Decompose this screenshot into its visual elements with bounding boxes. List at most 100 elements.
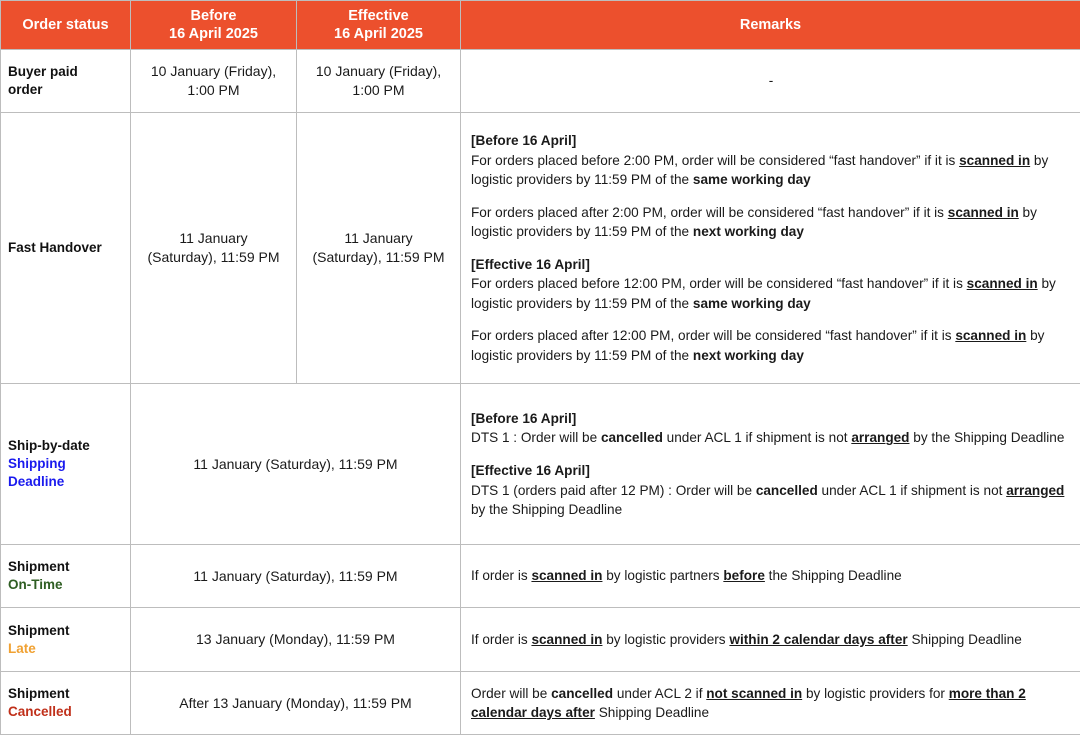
paragraph-spacer xyxy=(471,313,1071,326)
order-status-policy-table: Order status Before 16 April 2025 Effect… xyxy=(0,0,1080,735)
remarks-fast-handover: [Before 16 April] For orders placed befo… xyxy=(461,113,1080,384)
text-segment: by logistic providers xyxy=(602,632,729,647)
before-date-line1: 10 January (Friday), xyxy=(151,63,276,79)
effective-date-line1: 10 January (Friday), xyxy=(316,63,441,79)
before-date-line2: (Saturday), 11:59 PM xyxy=(147,249,279,265)
paragraph-spacer xyxy=(471,448,1071,461)
paragraph-spacer xyxy=(471,190,1071,203)
remarks-shipment-late: If order is scanned in by logistic provi… xyxy=(461,608,1080,672)
underlined-scanned-in: scanned in xyxy=(955,328,1026,343)
effective-date-line1: 11 January xyxy=(344,230,412,246)
merged-date-shipment-on-time: 11 January (Saturday), 11:59 PM xyxy=(131,545,461,608)
status-fast-handover: Fast Handover xyxy=(1,113,131,384)
bold-next-working-day: next working day xyxy=(693,224,804,239)
before-date-buyer-paid: 10 January (Friday), 1:00 PM xyxy=(131,50,297,113)
text-segment: Shipping Deadline xyxy=(595,705,709,720)
header-row: Order status Before 16 April 2025 Effect… xyxy=(1,1,1080,50)
remarks-shipment-cancelled: Order will be cancelled under ACL 2 if n… xyxy=(461,672,1080,735)
text-segment: by logistic providers for xyxy=(802,686,949,701)
text-segment: DTS 1 (orders paid after 12 PM) : Order … xyxy=(471,483,756,498)
merged-date-ship-by-date: 11 January (Saturday), 11:59 PM xyxy=(131,384,461,545)
remarks-effective-paragraph-2: For orders placed after 12:00 PM, order … xyxy=(471,326,1071,365)
header-effective-line1: Effective xyxy=(348,8,408,24)
remarks-before-paragraph-2: For orders placed after 2:00 PM, order w… xyxy=(471,203,1071,242)
underlined-scanned-in: scanned in xyxy=(531,632,602,647)
bold-cancelled: cancelled xyxy=(551,686,613,701)
text-segment: For orders placed after 2:00 PM, order w… xyxy=(471,205,948,220)
bold-cancelled: cancelled xyxy=(756,483,818,498)
bold-next-working-day: next working day xyxy=(693,348,804,363)
remarks-effective-paragraph: DTS 1 (orders paid after 12 PM) : Order … xyxy=(471,481,1071,520)
remarks-shipment-on-time: If order is scanned in by logistic partn… xyxy=(461,545,1080,608)
header-effective-16-april: Effective 16 April 2025 xyxy=(297,1,461,50)
remarks-before-heading: [Before 16 April] xyxy=(471,409,1071,429)
status-label-shipping: Shipping xyxy=(8,455,124,473)
text-segment: under ACL 2 if xyxy=(613,686,706,701)
remarks-effective-paragraph-1: For orders placed before 12:00 PM, order… xyxy=(471,274,1071,313)
status-label-main: Shipment xyxy=(8,623,70,638)
text-segment: under ACL 1 if shipment is not xyxy=(818,483,1006,498)
underlined-arranged: arranged xyxy=(1006,483,1064,498)
merged-date-shipment-late: 13 January (Monday), 11:59 PM xyxy=(131,608,461,672)
remarks-effective-heading: [Effective 16 April] xyxy=(471,255,1071,275)
underlined-scanned-in: scanned in xyxy=(959,153,1030,168)
table-row: Buyer paid order 10 January (Friday), 1:… xyxy=(1,50,1080,113)
remarks-before-paragraph-1: For orders placed before 2:00 PM, order … xyxy=(471,151,1071,190)
text-segment: If order is xyxy=(471,568,531,583)
table-body: Buyer paid order 10 January (Friday), 1:… xyxy=(1,50,1080,735)
table-row: Shipment On-Time 11 January (Saturday), … xyxy=(1,545,1080,608)
effective-date-fast-handover: 11 January (Saturday), 11:59 PM xyxy=(297,113,461,384)
remarks-before-paragraph: DTS 1 : Order will be cancelled under AC… xyxy=(471,428,1071,448)
underlined-within-2-calendar-days-after: within 2 calendar days after xyxy=(729,632,907,647)
remarks-effective-heading: [Effective 16 April] xyxy=(471,461,1071,481)
underlined-not-scanned-in: not scanned in xyxy=(706,686,802,701)
text-segment: by the Shipping Deadline xyxy=(909,430,1064,445)
status-label-main: Shipment xyxy=(8,686,70,701)
text-segment: Shipping Deadline xyxy=(908,632,1022,647)
table-row: Fast Handover 11 January (Saturday), 11:… xyxy=(1,113,1080,384)
status-label-late: Late xyxy=(8,640,124,658)
status-label-line2: order xyxy=(8,82,43,97)
underlined-scanned-in: scanned in xyxy=(948,205,1019,220)
text-segment: under ACL 1 if shipment is not xyxy=(663,430,851,445)
header-order-status: Order status xyxy=(1,1,131,50)
text-segment: by logistic partners xyxy=(602,568,723,583)
underlined-arranged: arranged xyxy=(851,430,909,445)
status-shipment-late: Shipment Late xyxy=(1,608,131,672)
header-effective-line2: 16 April 2025 xyxy=(334,26,423,42)
paragraph-spacer xyxy=(471,242,1071,255)
header-before-line1: Before xyxy=(191,8,237,24)
status-label-line1: Buyer paid xyxy=(8,64,78,79)
effective-date-buyer-paid: 10 January (Friday), 1:00 PM xyxy=(297,50,461,113)
remarks-buyer-paid: - xyxy=(461,50,1080,113)
status-label-cancelled: Cancelled xyxy=(8,703,124,721)
bold-cancelled: cancelled xyxy=(601,430,663,445)
underlined-before: before xyxy=(723,568,765,583)
table-row: Ship-by-date Shipping Deadline 11 Januar… xyxy=(1,384,1080,545)
text-segment: the Shipping Deadline xyxy=(765,568,902,583)
text-segment: by the Shipping Deadline xyxy=(471,502,622,517)
status-label-main: Shipment xyxy=(8,559,70,574)
header-before-line2: 16 April 2025 xyxy=(169,26,258,42)
before-date-line2: 1:00 PM xyxy=(187,82,239,98)
table-row: Shipment Cancelled After 13 January (Mon… xyxy=(1,672,1080,735)
status-shipment-cancelled: Shipment Cancelled xyxy=(1,672,131,735)
status-label-on-time: On-Time xyxy=(8,576,124,594)
bold-same-working-day: same working day xyxy=(693,172,811,187)
header-remarks: Remarks xyxy=(461,1,1080,50)
remarks-before-heading: [Before 16 April] xyxy=(471,131,1071,151)
effective-date-line2: (Saturday), 11:59 PM xyxy=(312,249,444,265)
before-date-fast-handover: 11 January (Saturday), 11:59 PM xyxy=(131,113,297,384)
status-shipment-on-time: Shipment On-Time xyxy=(1,545,131,608)
policy-table-container: Order status Before 16 April 2025 Effect… xyxy=(0,0,1080,647)
status-ship-by-date: Ship-by-date Shipping Deadline xyxy=(1,384,131,545)
text-segment: For orders placed after 12:00 PM, order … xyxy=(471,328,955,343)
table-header: Order status Before 16 April 2025 Effect… xyxy=(1,1,1080,50)
status-label-main: Ship-by-date xyxy=(8,438,90,453)
underlined-scanned-in: scanned in xyxy=(531,568,602,583)
text-segment: If order is xyxy=(471,632,531,647)
table-row: Shipment Late 13 January (Monday), 11:59… xyxy=(1,608,1080,672)
text-segment: For orders placed before 12:00 PM, order… xyxy=(471,276,967,291)
effective-date-line2: 1:00 PM xyxy=(352,82,404,98)
merged-date-shipment-cancelled: After 13 January (Monday), 11:59 PM xyxy=(131,672,461,735)
